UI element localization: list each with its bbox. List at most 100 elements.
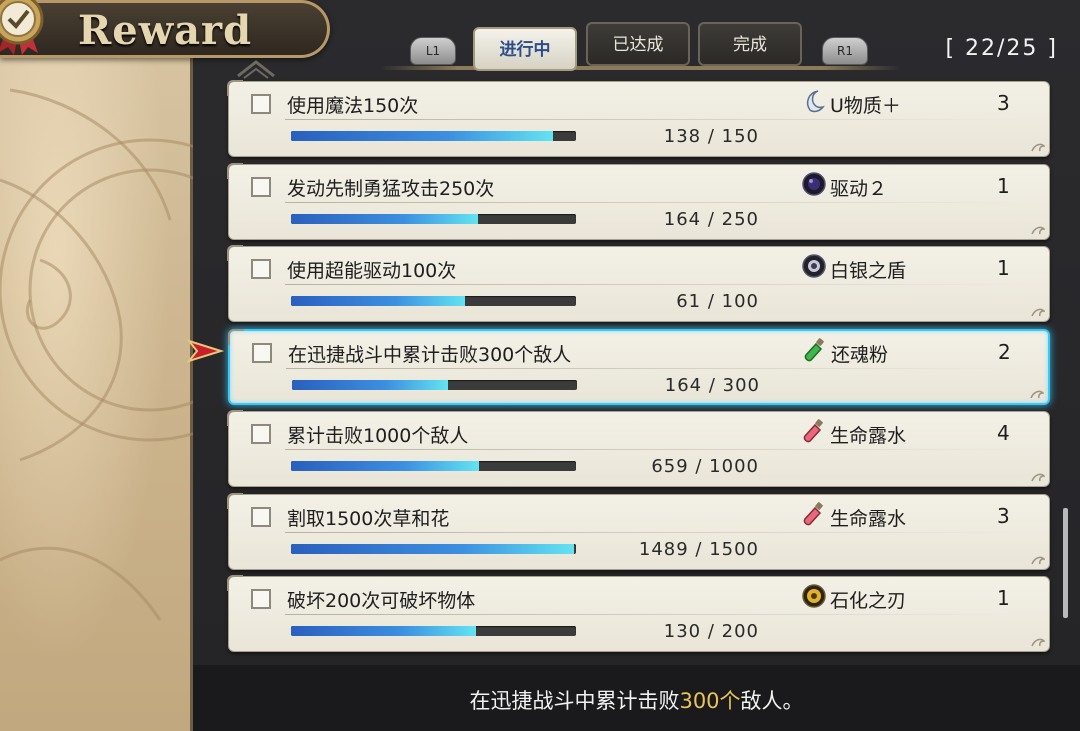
reward-name: 白银之盾 xyxy=(830,260,907,282)
row-corner-swirl-icon xyxy=(1031,226,1045,235)
row-divider xyxy=(285,449,1025,450)
red-bottle-icon xyxy=(802,502,826,526)
row-corner-ornament xyxy=(227,163,243,179)
row-corner-ornament xyxy=(227,80,243,96)
page-title: Reward xyxy=(78,7,253,54)
row-divider xyxy=(285,532,1025,533)
quest-task: 发动先制勇猛攻击250次 xyxy=(287,178,495,200)
gold-orb-icon xyxy=(802,584,826,608)
row-corner-swirl-icon xyxy=(1030,390,1044,399)
row-divider xyxy=(285,119,1025,120)
quest-progress-bar xyxy=(291,544,576,554)
reward-name: 石化之刃 xyxy=(830,590,907,612)
row-corner-swirl-icon xyxy=(1031,556,1045,565)
tab-in-progress[interactable]: 进行中 xyxy=(473,27,577,71)
l1-button[interactable]: L1 xyxy=(410,37,456,65)
quest-task: 割取1500次草和花 xyxy=(287,508,450,530)
tab-bar-divider xyxy=(380,66,900,70)
quest-checkbox[interactable] xyxy=(251,94,271,114)
row-corner-ornament xyxy=(228,329,244,345)
medal-check-icon xyxy=(0,0,44,55)
row-corner-ornament xyxy=(227,245,243,261)
quest-row[interactable]: 割取1500次草和花 1489 / 1500 生命露水 3 xyxy=(227,493,1050,570)
reward-quantity: 2 xyxy=(998,340,1011,364)
progress-fill xyxy=(292,380,448,390)
row-corner-ornament xyxy=(227,575,243,591)
row-corner-swirl-icon xyxy=(1031,308,1045,317)
quest-progress-text: 130 / 200 xyxy=(663,621,759,642)
quest-task: 使用超能驱动100次 xyxy=(287,260,457,282)
scroll-up-icon[interactable] xyxy=(226,56,286,80)
progress-fill xyxy=(291,461,479,471)
quest-progress-bar xyxy=(291,296,576,306)
quest-row[interactable]: 破坏200次可破坏物体 130 / 200 石化之刃 1 xyxy=(227,575,1050,652)
quest-checkbox[interactable] xyxy=(251,424,271,444)
parchment-panel xyxy=(0,0,193,731)
progress-fill xyxy=(291,214,478,224)
quest-row[interactable]: 在迅捷战斗中累计击败300个敌人 164 / 300 还魂粉 2 xyxy=(228,329,1050,405)
quest-progress-text: 138 / 150 xyxy=(663,126,759,147)
description-suffix: 敌人。 xyxy=(740,689,804,713)
quest-counter: [ 22/25 ] xyxy=(945,36,1058,61)
green-bottle-icon xyxy=(803,338,827,362)
progress-fill xyxy=(291,626,477,636)
quest-task: 在迅捷战斗中累计击败300个敌人 xyxy=(288,344,572,366)
quest-row[interactable]: 使用超能驱动100次 61 / 100 白银之盾 1 xyxy=(227,245,1050,322)
quest-task: 累计击败1000个敌人 xyxy=(287,425,469,447)
reward-quantity: 4 xyxy=(997,421,1010,445)
quest-checkbox[interactable] xyxy=(251,589,271,609)
crescent-icon xyxy=(802,89,826,113)
row-corner-ornament xyxy=(227,493,243,509)
swirl-ornament-icon xyxy=(0,88,193,621)
quest-task: 使用魔法150次 xyxy=(287,95,419,117)
quest-checkbox[interactable] xyxy=(251,259,271,279)
description-bar: 在迅捷战斗中累计击败300个敌人。 xyxy=(193,665,1080,731)
quest-task: 破坏200次可破坏物体 xyxy=(287,590,476,612)
quest-progress-text: 164 / 250 xyxy=(663,209,759,230)
quest-row[interactable]: 发动先制勇猛攻击250次 164 / 250 驱动２ 1 xyxy=(227,163,1050,240)
r1-button[interactable]: R1 xyxy=(822,37,868,65)
quest-row[interactable]: 累计击败1000个敌人 659 / 1000 生命露水 4 xyxy=(227,410,1050,487)
reward-name: 还魂粉 xyxy=(831,344,889,366)
reward-name: U物质＋ xyxy=(830,95,901,117)
progress-fill xyxy=(291,296,465,306)
scrollbar[interactable] xyxy=(1063,508,1068,618)
quest-progress-text: 61 / 100 xyxy=(676,291,759,312)
silver-orb-icon xyxy=(802,254,826,278)
row-corner-swirl-icon xyxy=(1031,638,1045,647)
description-text: 在迅捷战斗中累计击败 xyxy=(469,689,680,713)
reward-name: 驱动２ xyxy=(830,178,888,200)
progress-fill xyxy=(291,544,574,554)
quest-checkbox[interactable] xyxy=(252,343,272,363)
quest-progress-bar xyxy=(292,380,577,390)
reward-quantity: 1 xyxy=(997,586,1010,610)
quest-progress-text: 659 / 1000 xyxy=(651,456,759,477)
quest-progress-bar xyxy=(291,461,576,471)
reward-quantity: 1 xyxy=(997,256,1010,280)
row-divider xyxy=(285,284,1025,285)
row-corner-swirl-icon xyxy=(1031,473,1045,482)
reward-quantity: 3 xyxy=(997,91,1010,115)
quest-progress-bar xyxy=(291,214,576,224)
quest-progress-bar xyxy=(291,626,576,636)
reward-quantity: 1 xyxy=(997,174,1010,198)
title-banner: Reward xyxy=(0,0,330,58)
quest-checkbox[interactable] xyxy=(251,177,271,197)
quest-description: 在迅捷战斗中累计击败300个敌人。 xyxy=(193,685,1080,715)
row-divider xyxy=(286,368,1026,369)
quest-progress-text: 1489 / 1500 xyxy=(638,539,759,560)
description-highlight: 300个 xyxy=(679,689,741,713)
tab-achieved[interactable]: 已达成 xyxy=(586,22,690,66)
tab-completed[interactable]: 完成 xyxy=(698,22,802,66)
quest-row[interactable]: 使用魔法150次 138 / 150 U物质＋ 3 xyxy=(227,80,1050,157)
selection-cursor-icon xyxy=(187,339,225,363)
reward-name: 生命露水 xyxy=(830,425,907,447)
row-corner-ornament xyxy=(227,410,243,426)
quest-progress-text: 164 / 300 xyxy=(664,375,760,396)
row-divider xyxy=(285,202,1025,203)
dark-orb-icon xyxy=(802,172,826,196)
reward-quantity: 3 xyxy=(997,504,1010,528)
reward-name: 生命露水 xyxy=(830,508,907,530)
progress-fill xyxy=(291,131,554,141)
quest-checkbox[interactable] xyxy=(251,507,271,527)
